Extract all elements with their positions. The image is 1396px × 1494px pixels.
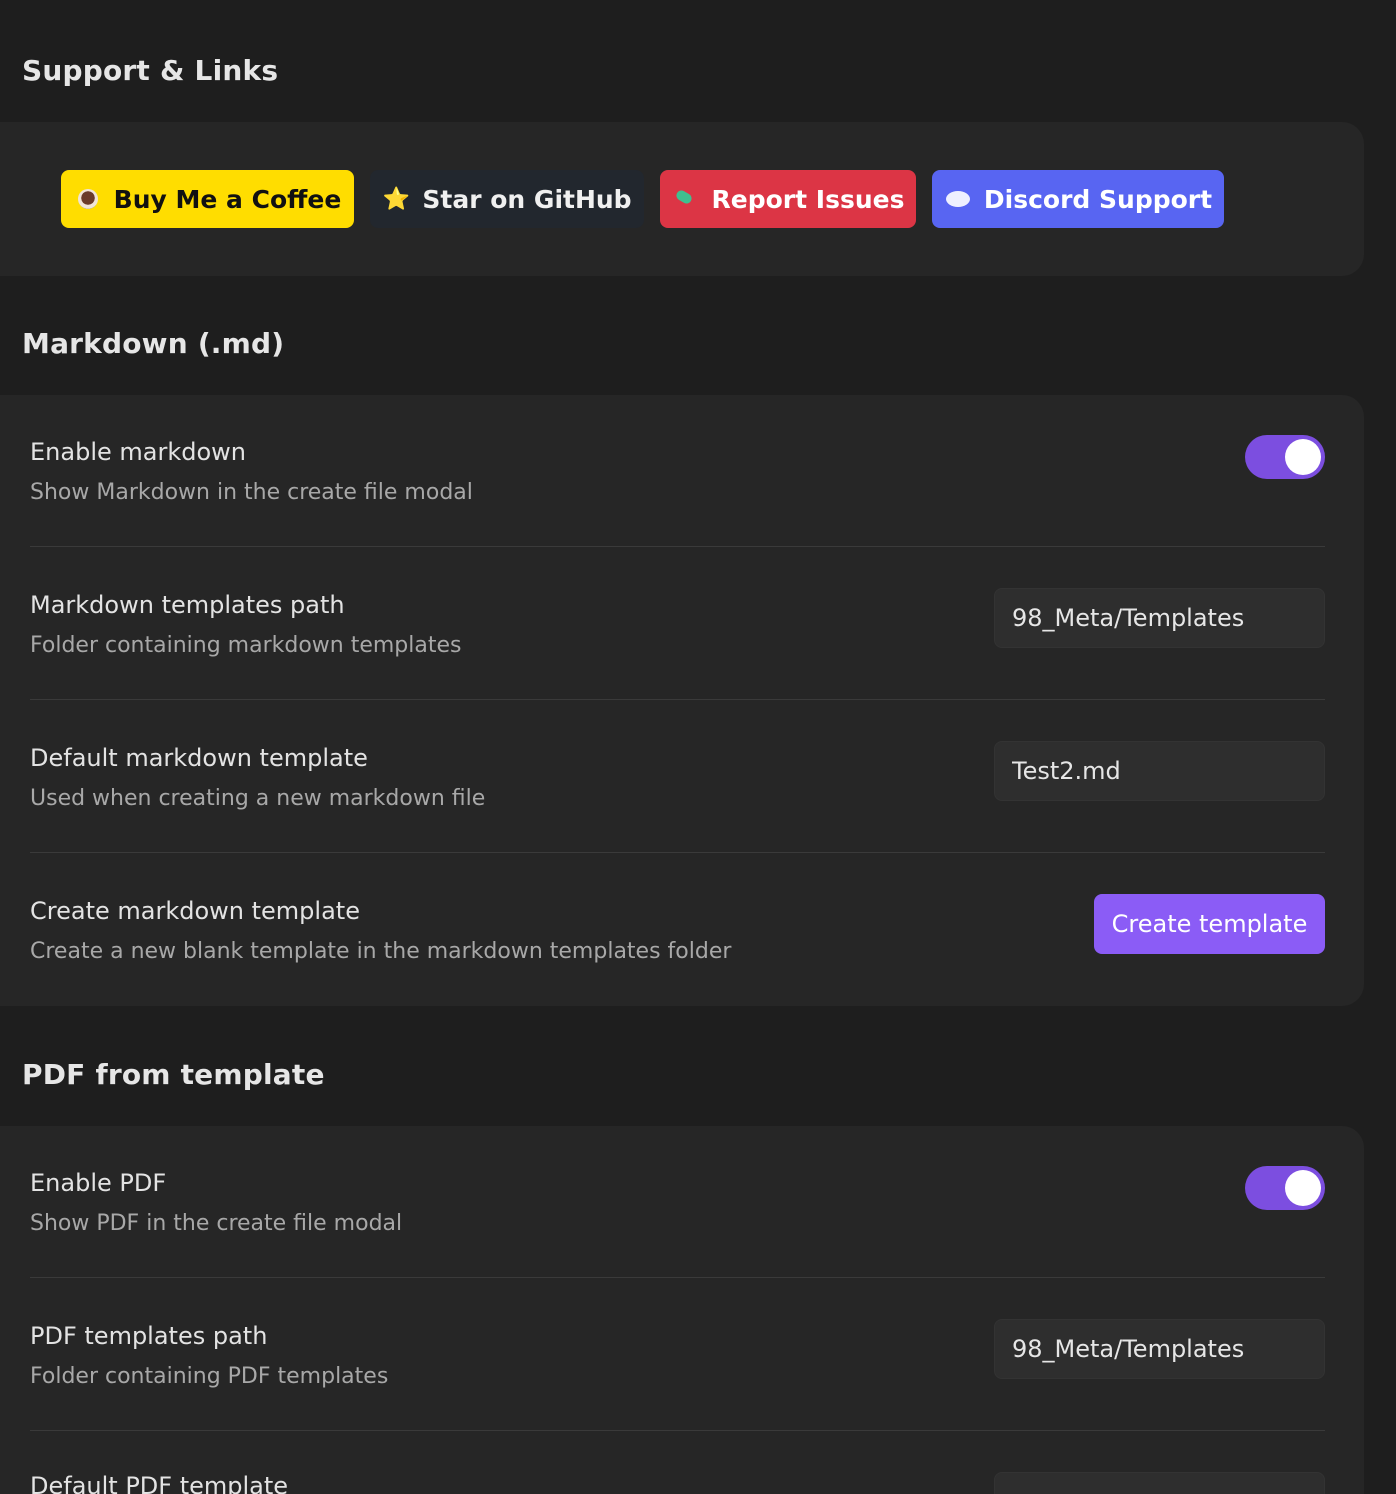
enable-markdown-name: Enable markdown xyxy=(30,438,246,466)
star-on-github-label: Star on GitHub xyxy=(422,184,632,214)
pdf-templates-path-desc: Folder containing PDF templates xyxy=(30,1364,389,1389)
enable-pdf-desc: Show PDF in the create file modal xyxy=(30,1211,403,1236)
toggle-knob xyxy=(1285,439,1321,475)
report-issues-label: Report Issues xyxy=(711,184,905,214)
discord-support-button[interactable]: Discord Support xyxy=(932,170,1224,228)
create-template-button[interactable]: Create template xyxy=(1094,894,1325,954)
pdf-heading: PDF from template xyxy=(22,1058,325,1091)
markdown-templates-path-desc: Folder containing markdown templates xyxy=(30,633,462,658)
divider xyxy=(30,1430,1325,1431)
divider xyxy=(30,1277,1325,1278)
speech-bubble-icon xyxy=(944,185,972,213)
coffee-icon xyxy=(74,185,102,213)
default-markdown-template-desc: Used when creating a new markdown file xyxy=(30,786,486,811)
bug-icon xyxy=(672,185,700,213)
divider xyxy=(30,546,1325,547)
buy-me-a-coffee-button[interactable]: Buy Me a Coffee xyxy=(61,170,354,228)
default-pdf-template-input[interactable] xyxy=(994,1472,1325,1494)
discord-support-label: Discord Support xyxy=(983,184,1213,214)
default-markdown-template-name: Default markdown template xyxy=(30,744,368,772)
toggle-knob xyxy=(1285,1170,1321,1206)
star-on-github-button[interactable]: ⭐ Star on GitHub xyxy=(370,170,644,228)
enable-pdf-toggle[interactable] xyxy=(1245,1166,1325,1210)
report-issues-button[interactable]: Report Issues xyxy=(660,170,916,228)
markdown-templates-path-name: Markdown templates path xyxy=(30,591,345,619)
pdf-templates-path-name: PDF templates path xyxy=(30,1322,268,1350)
pdf-templates-path-input[interactable] xyxy=(994,1319,1325,1379)
enable-markdown-desc: Show Markdown in the create file modal xyxy=(30,480,473,505)
enable-markdown-toggle[interactable] xyxy=(1245,435,1325,479)
create-markdown-template-name: Create markdown template xyxy=(30,897,360,925)
support-heading: Support & Links xyxy=(22,54,279,87)
star-icon: ⭐ xyxy=(382,186,411,212)
settings-page: Support & Links Buy Me a Coffee ⭐ Star o… xyxy=(0,0,1396,1494)
buy-me-a-coffee-label: Buy Me a Coffee xyxy=(113,184,342,214)
divider xyxy=(30,852,1325,853)
markdown-templates-path-input[interactable] xyxy=(994,588,1325,648)
create-markdown-template-desc: Create a new blank template in the markd… xyxy=(30,939,732,964)
default-pdf-template-name: Default PDF template xyxy=(30,1472,289,1494)
markdown-heading: Markdown (.md) xyxy=(22,327,285,360)
divider xyxy=(30,699,1325,700)
enable-pdf-name: Enable PDF xyxy=(30,1169,167,1197)
pdf-card xyxy=(0,1126,1364,1494)
default-markdown-template-input[interactable] xyxy=(994,741,1325,801)
